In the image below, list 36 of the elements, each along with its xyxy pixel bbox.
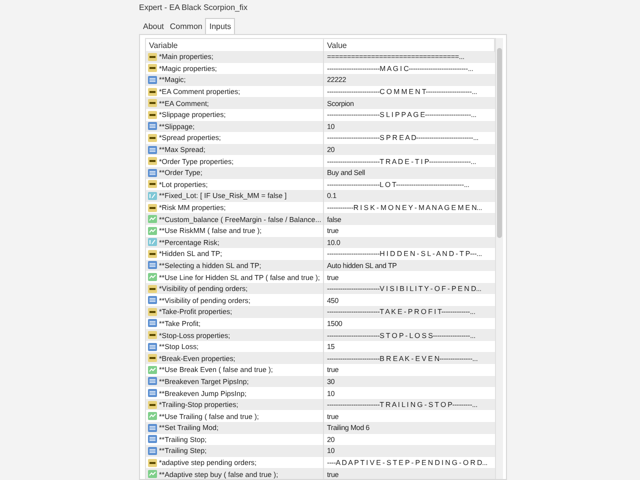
- number-type-icon: [148, 192, 157, 200]
- integer-type-icon: [148, 389, 157, 398]
- window-title: Expert - EA Black Scorpion_fix: [138, 2, 248, 14]
- tab[interactable]: About: [140, 19, 167, 34]
- integer-type-icon: [148, 342, 157, 351]
- string-type-icon: [148, 134, 157, 142]
- string-type-icon: [148, 458, 157, 467]
- integer-type-icon: [148, 76, 157, 84]
- string-type-icon: [148, 180, 157, 188]
- integer-type-icon: [148, 424, 157, 432]
- tab[interactable]: Inputs: [205, 18, 236, 34]
- string-type-icon: [148, 157, 157, 166]
- boolean-type-icon: [148, 412, 157, 420]
- string-type-icon: [148, 250, 157, 258]
- boolean-type-icon: [148, 215, 157, 224]
- integer-type-icon: [148, 296, 157, 304]
- scrollbar[interactable]: [496, 38, 503, 479]
- integer-type-icon: [148, 261, 157, 270]
- number-type-icon: [148, 238, 157, 246]
- integer-type-icon: [148, 377, 157, 386]
- boolean-type-icon: [148, 366, 157, 374]
- string-type-icon: [148, 400, 157, 409]
- string-type-icon: [148, 331, 157, 340]
- boolean-type-icon: [148, 226, 157, 235]
- integer-type-icon: [148, 319, 157, 328]
- integer-type-icon: [148, 168, 157, 177]
- string-type-icon: [148, 354, 157, 362]
- integer-type-icon: [148, 446, 157, 455]
- string-type-icon: [148, 204, 157, 212]
- tab[interactable]: Common: [166, 19, 206, 34]
- integer-type-icon: [148, 122, 157, 130]
- integer-type-icon: [148, 146, 157, 154]
- boolean-type-icon: [148, 273, 157, 282]
- string-type-icon: [148, 284, 157, 293]
- integer-type-icon: [148, 435, 157, 444]
- string-type-icon: [148, 308, 157, 316]
